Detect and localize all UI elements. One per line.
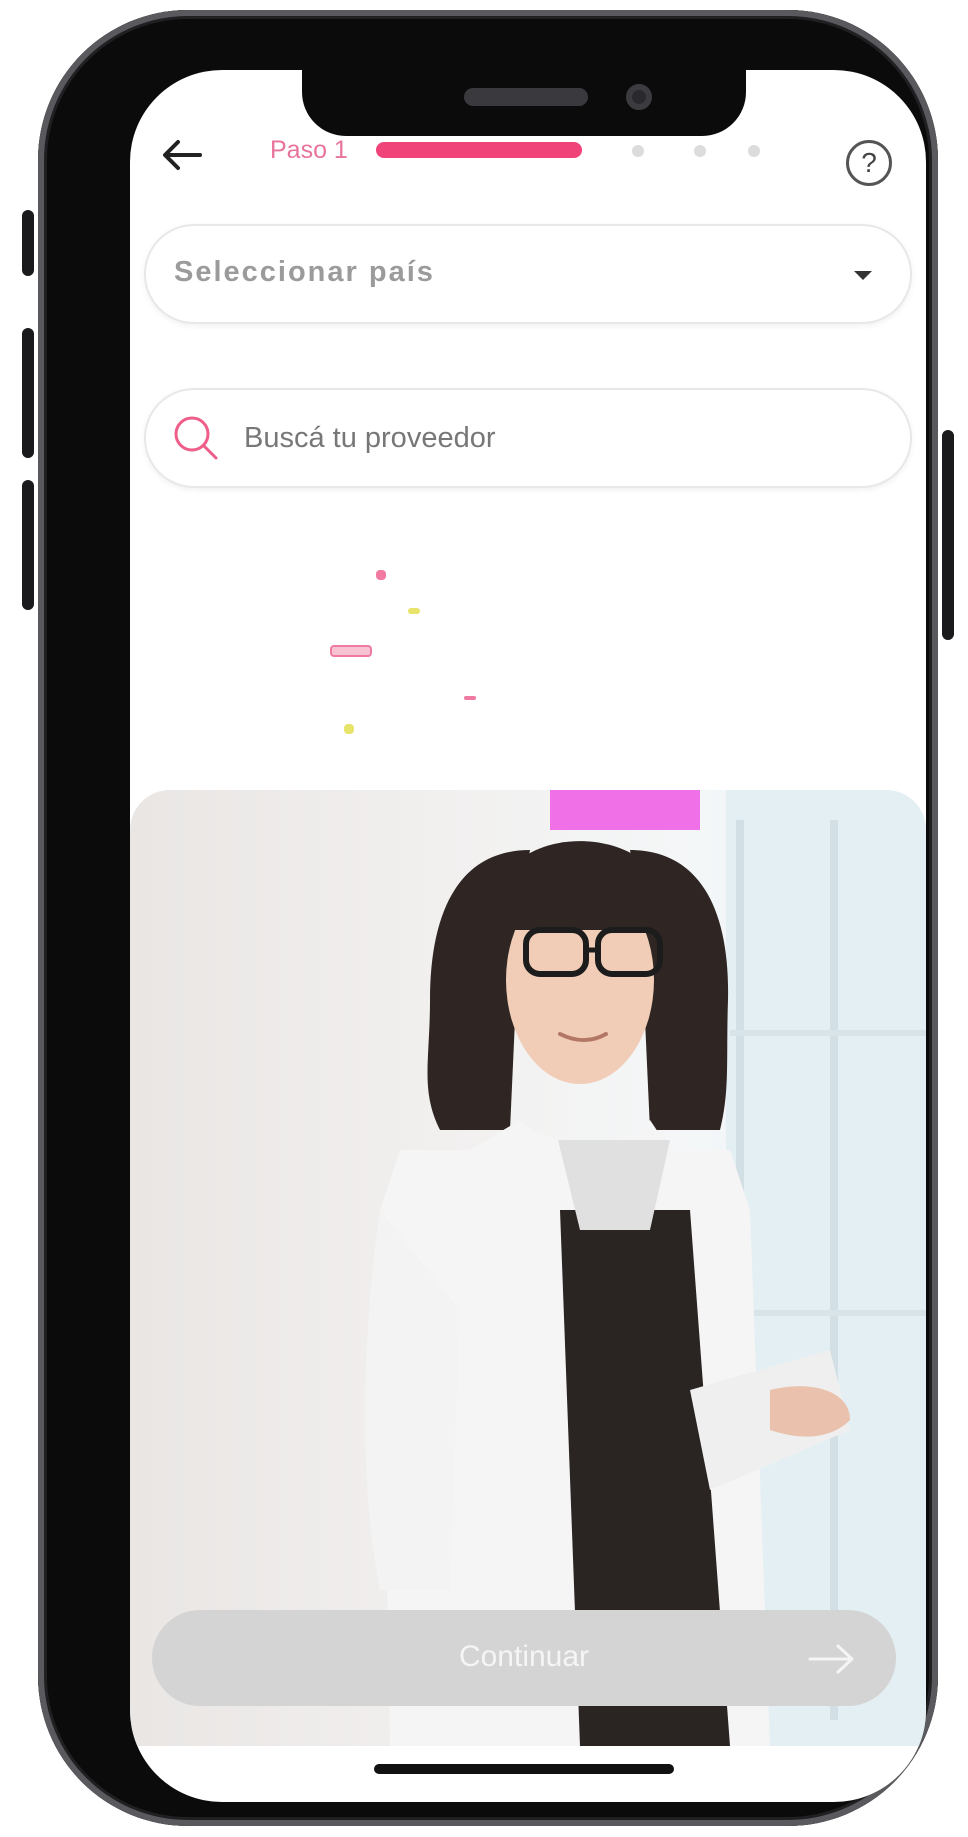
help-button[interactable]: ?	[846, 140, 892, 186]
phone-frame: Paso 1 ? Seleccionar país Buscá tu prove…	[22, 10, 954, 1826]
back-button[interactable]	[156, 130, 208, 180]
progress-step-dot	[694, 145, 706, 157]
home-indicator[interactable]	[374, 1764, 674, 1774]
speaker	[464, 88, 588, 106]
chevron-down-icon	[854, 271, 872, 280]
app-screen: Paso 1 ? Seleccionar país Buscá tu prove…	[130, 70, 926, 1802]
confetti-dot	[344, 724, 354, 734]
confetti-dot	[376, 570, 386, 580]
step-label: Paso 1	[270, 136, 348, 164]
notch	[302, 70, 746, 136]
provider-search-input[interactable]: Buscá tu proveedor	[144, 388, 912, 488]
confetti-dash	[464, 696, 476, 700]
progress-step-dot	[748, 145, 760, 157]
hero-photo	[130, 790, 926, 1746]
confetti-dash	[330, 645, 372, 657]
arrow-right-icon	[808, 1644, 854, 1674]
help-icon: ?	[861, 147, 877, 178]
continue-button[interactable]: Continuar	[152, 1610, 896, 1706]
country-select-placeholder: Seleccionar país	[174, 256, 435, 288]
progress-step-active	[376, 142, 582, 158]
silent-switch	[22, 210, 34, 276]
search-placeholder: Buscá tu proveedor	[244, 422, 496, 454]
confetti-dot	[408, 608, 420, 614]
progress-step-dot	[632, 145, 644, 157]
continue-button-label: Continuar	[458, 1640, 590, 1673]
country-select[interactable]: Seleccionar país	[144, 224, 912, 324]
arrow-left-icon	[163, 140, 202, 170]
power-button	[942, 430, 954, 640]
search-icon	[174, 416, 218, 460]
front-camera	[626, 84, 652, 110]
doctor-illustration	[365, 790, 926, 1746]
volume-up-button	[22, 328, 34, 458]
volume-down-button	[22, 480, 34, 610]
